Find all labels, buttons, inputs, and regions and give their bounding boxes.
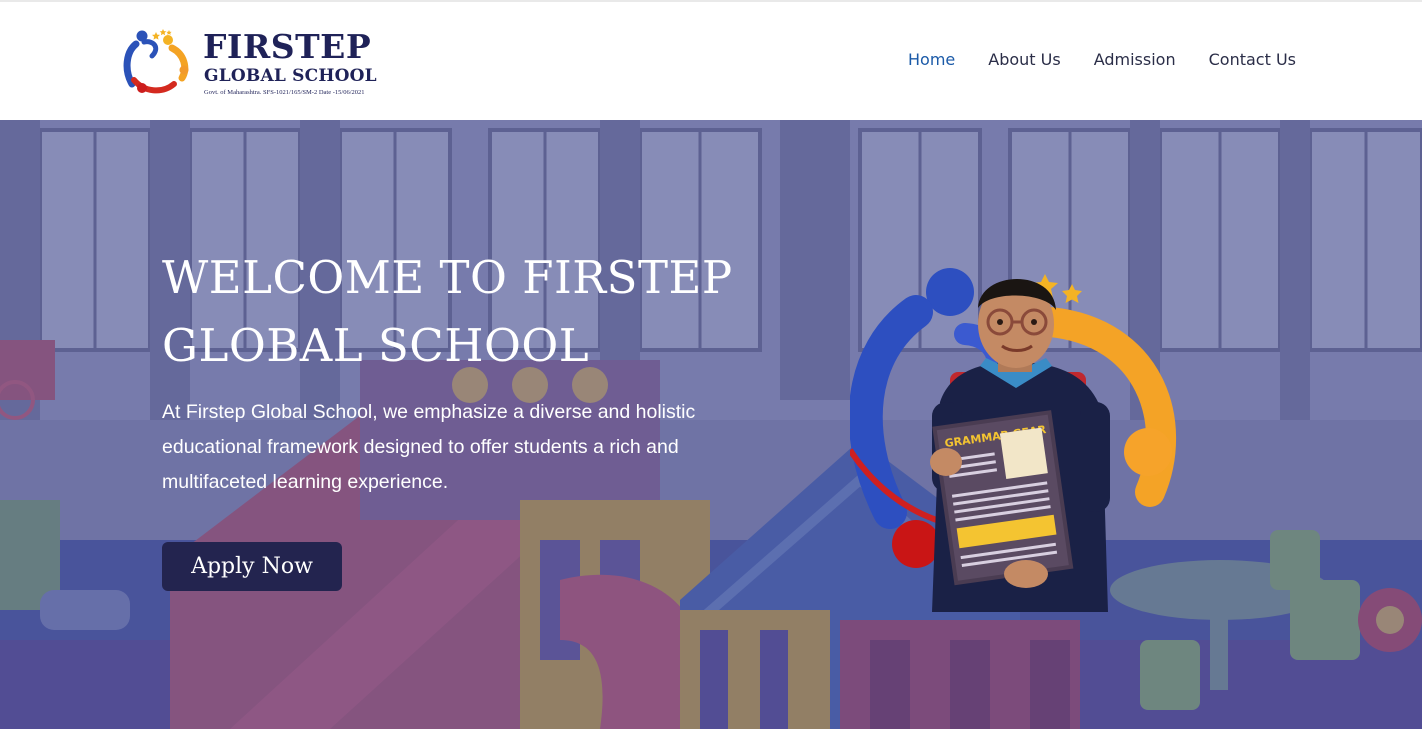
site-logo[interactable]: FIRSTEP GLOBAL SCHOOL Govt. of Maharasht… [122, 26, 392, 102]
hero-section: WELCOME TO FIRSTEP GLOBAL SCHOOL At Firs… [0, 120, 1422, 729]
logo-subtitle: GLOBAL SCHOOL [204, 66, 377, 86]
nav-home[interactable]: Home [908, 48, 955, 72]
hero-description: At Firstep Global School, we emphasize a… [162, 401, 696, 493]
logo-name: FIRSTEP [203, 27, 372, 66]
student-with-book-image: GRAMMAR GEAR [850, 268, 1177, 612]
site-header: FIRSTEP GLOBAL SCHOOL Govt. of Maharasht… [0, 2, 1422, 120]
nav-admission[interactable]: Admission [1094, 48, 1176, 72]
logo-emblem-icon [123, 29, 189, 94]
nav-contact-us[interactable]: Contact Us [1209, 48, 1296, 72]
main-nav: Home About Us Admission Contact Us [908, 48, 1296, 72]
nav-about-us[interactable]: About Us [988, 48, 1060, 72]
apply-now-button[interactable]: Apply Now [162, 542, 342, 591]
hero-title: WELCOME TO FIRSTEP GLOBAL SCHOOL [162, 251, 733, 372]
logo-registration: Govt. of Maharashtra. SFS-1021/165/SM-2 … [204, 89, 365, 96]
